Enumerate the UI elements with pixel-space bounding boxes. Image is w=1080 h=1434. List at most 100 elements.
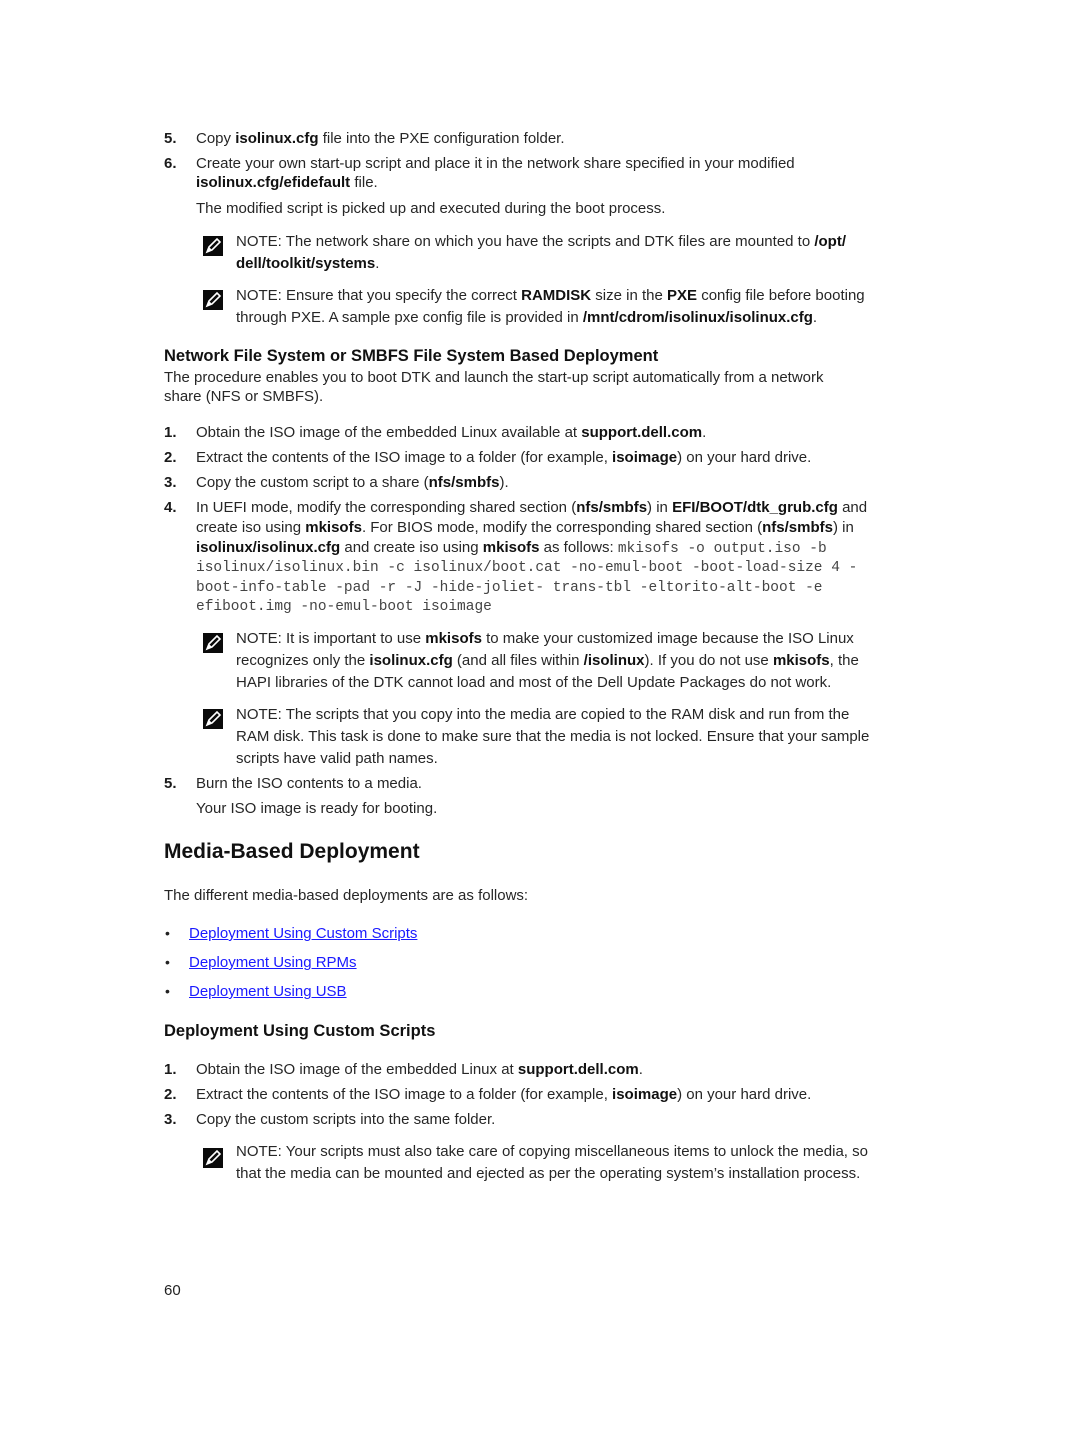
step-number: 1. <box>164 424 177 441</box>
link-usb[interactable]: Deployment Using USB <box>189 983 347 1000</box>
text: In UEFI mode, modify the corresponding s… <box>196 499 577 516</box>
note-text-cont: recognizes only the isolinux.cfg (and al… <box>236 650 859 672</box>
bold-term: mkisofs <box>772 652 830 669</box>
note-pencil-icon <box>203 709 223 729</box>
step-text-cont: create iso using mkisofs. For BIOS mode,… <box>196 518 854 538</box>
text: config file before booting <box>697 287 865 304</box>
text: Ensure that you specify the correct <box>281 287 522 304</box>
bold-term: isoimage <box>612 1086 678 1103</box>
step-text: Extract the contents of the ISO image to… <box>196 448 811 468</box>
step-text: Obtain the ISO image of the embedded Lin… <box>196 423 706 443</box>
text: Copy the custom script to a share ( <box>196 474 429 491</box>
text: create iso using <box>196 519 306 536</box>
step-text: Create your own start-up script and plac… <box>196 155 795 172</box>
text: ) on your hard drive. <box>677 449 812 466</box>
note-text: NOTE: It is important to use mkisofs to … <box>236 628 854 650</box>
bullet: • <box>165 954 170 970</box>
text: file into the PXE configuration folder. <box>318 130 565 147</box>
section-heading-media: Media-Based Deployment <box>164 840 420 863</box>
text: It is important to use <box>281 630 426 647</box>
step-number: 2. <box>164 449 177 466</box>
step-number: 1. <box>164 1061 177 1078</box>
section-heading-nfs: Network File System or SMBFS File System… <box>164 347 659 365</box>
step-number: 2. <box>164 1086 177 1103</box>
step-number: 3. <box>164 1111 177 1128</box>
note-label: NOTE: <box>236 1143 282 1160</box>
bold-term: nfs/smbfs <box>762 519 833 536</box>
text: size in the <box>591 287 668 304</box>
text: The network share on which you have the … <box>281 233 815 250</box>
note-text-cont: HAPI libraries of the DTK cannot load an… <box>236 674 832 691</box>
bold-term: support.dell.com <box>581 424 703 441</box>
text: file. <box>350 174 378 191</box>
page-number: 60 <box>164 1282 181 1299</box>
bold-term: mkisofs <box>482 539 540 556</box>
bullet: • <box>165 983 170 999</box>
note-label: NOTE: <box>236 287 282 304</box>
note-label: NOTE: <box>236 630 282 647</box>
step-text: Extract the contents of the ISO image to… <box>196 1085 811 1105</box>
step-text: In UEFI mode, modify the corresponding s… <box>196 498 867 518</box>
note-text-cont: scripts have valid path names. <box>236 750 438 767</box>
bold-term: /isolinux <box>583 652 645 669</box>
step-followup: Your ISO image is ready for booting. <box>196 800 438 817</box>
code-snippet: mkisofs -o output.iso -b <box>617 541 827 557</box>
text: Obtain the ISO image of the embedded Lin… <box>196 1061 518 1078</box>
text: Your scripts must also take care of copy… <box>281 1143 868 1160</box>
bold-term: isolinux/isolinux.cfg <box>196 539 341 556</box>
text: to make your customized image because th… <box>481 630 854 647</box>
text: through PXE. A sample pxe config file is… <box>236 309 583 326</box>
note-label: NOTE: <box>236 233 282 250</box>
step-number: 5. <box>164 775 177 792</box>
text: ). <box>499 474 509 491</box>
text: . For BIOS mode, modify the correspondin… <box>361 519 763 536</box>
bold-term: mkisofs <box>425 630 482 647</box>
note-text: NOTE: The scripts that you copy into the… <box>236 704 849 726</box>
link-rpms[interactable]: Deployment Using RPMs <box>189 954 357 971</box>
note-text: NOTE: The network share on which you hav… <box>236 231 846 253</box>
text: , the <box>829 652 859 669</box>
bold-term: isoimage <box>612 449 678 466</box>
code-line: isolinux/isolinux.bin -c isolinux/boot.c… <box>196 560 858 576</box>
step-text-cont: isolinux.cfg/efidefault file. <box>196 173 378 193</box>
text: (and all files within <box>452 652 584 669</box>
text: ) in <box>833 519 854 536</box>
section-heading-custom-scripts: Deployment Using Custom Scripts <box>164 1022 436 1040</box>
note-text: NOTE: Ensure that you specify the correc… <box>236 285 865 307</box>
note-text-cont: RAM disk. This task is done to make sure… <box>236 728 870 745</box>
step-number: 5. <box>164 130 177 147</box>
step-followup: The modified script is picked up and exe… <box>196 200 666 217</box>
step-text: Burn the ISO contents to a media. <box>196 775 422 792</box>
note-text-cont: through PXE. A sample pxe config file is… <box>236 307 817 329</box>
step-number: 6. <box>164 155 177 172</box>
step-text: Copy isolinux.cfg file into the PXE conf… <box>196 129 565 149</box>
bold-term: dell/toolkit/systems <box>236 255 376 272</box>
note-text: NOTE: Your scripts must also take care o… <box>236 1141 868 1163</box>
text: recognizes only the <box>236 652 370 669</box>
note-label: NOTE: <box>236 706 282 723</box>
step-number: 3. <box>164 474 177 491</box>
bold-term: EFI/BOOT/dtk_grub.cfg <box>672 499 838 516</box>
text: ). If you do not use <box>644 652 773 669</box>
note-text-cont: that the media can be mounted and ejecte… <box>236 1165 861 1182</box>
text: Extract the contents of the ISO image to… <box>196 1086 613 1103</box>
text: ) on your hard drive. <box>677 1086 812 1103</box>
code-line: boot-info-table -pad -r -J -hide-joliet-… <box>196 580 823 596</box>
text: . <box>702 424 707 441</box>
text: and <box>837 499 868 516</box>
note-text-cont: dell/toolkit/systems. <box>236 253 379 275</box>
step-text-cont: isolinux/isolinux.cfg and create iso usi… <box>196 538 827 559</box>
text: Extract the contents of the ISO image to… <box>196 449 613 466</box>
text: . <box>638 1061 643 1078</box>
bold-term: RAMDISK <box>521 287 592 304</box>
note-pencil-icon <box>203 633 223 653</box>
bold-term: isolinux.cfg/efidefault <box>196 174 351 191</box>
section-intro-cont: share (NFS or SMBFS). <box>164 388 324 405</box>
step-number: 4. <box>164 499 177 516</box>
bold-term: PXE <box>667 287 698 304</box>
bold-term: support.dell.com <box>517 1061 639 1078</box>
link-custom-scripts[interactable]: Deployment Using Custom Scripts <box>189 925 417 942</box>
text: and create iso using <box>340 539 483 556</box>
text: ) in <box>647 499 673 516</box>
text: as follows: <box>539 539 618 556</box>
